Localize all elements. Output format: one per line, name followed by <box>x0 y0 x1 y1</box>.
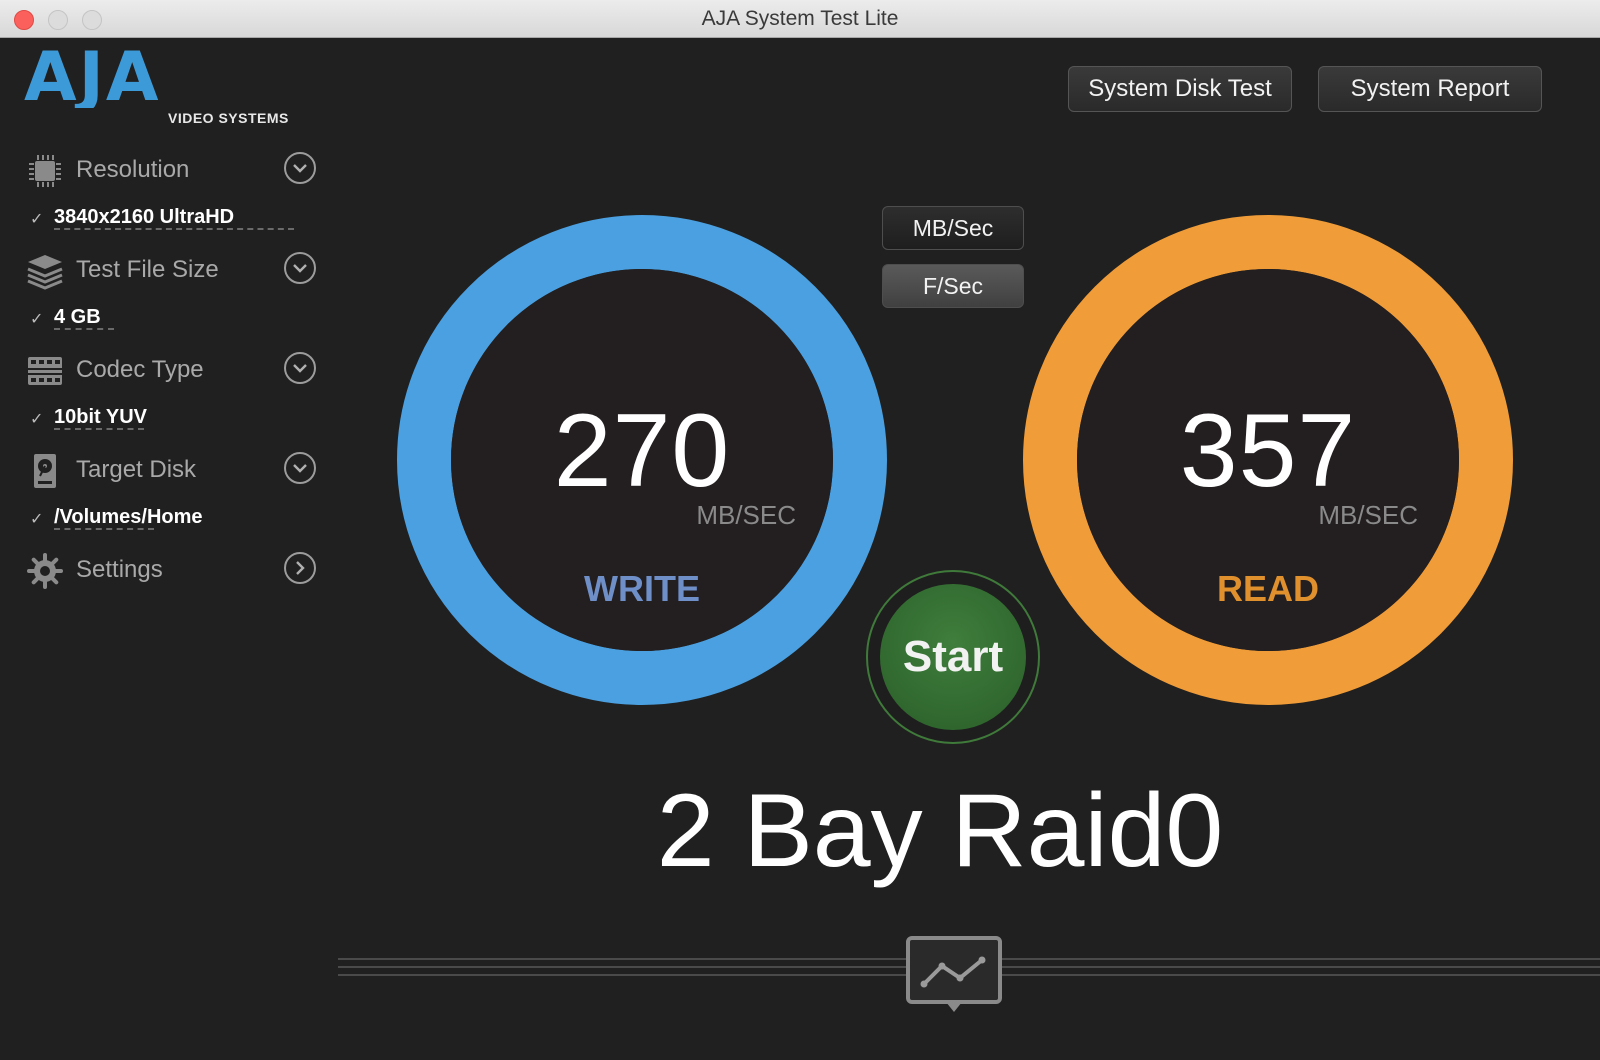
aja-logo-text: AJA <box>24 48 161 108</box>
write-gauge: 270 MB/SEC WRITE <box>396 214 888 706</box>
scroll-hint <box>54 228 294 234</box>
codec-chevron-down-icon[interactable] <box>284 352 316 384</box>
start-button-label: Start <box>880 584 1026 730</box>
target-disk-value-text: /Volumes/Home <box>54 506 203 528</box>
codec-value-text: 10bit YUV <box>54 406 147 428</box>
resolution-chevron-down-icon[interactable] <box>284 152 316 184</box>
check-icon: ✓ <box>30 411 44 428</box>
sidebar-item-codec-type[interactable]: Codec Type <box>24 348 316 392</box>
film-strip-icon <box>28 357 62 385</box>
disk-name: 2 Bay Raid0 <box>656 773 1224 889</box>
graph-toggle-button[interactable] <box>906 936 1002 1014</box>
scroll-hint <box>54 428 144 434</box>
sidebar-item-test-file-size[interactable]: Test File Size <box>24 248 316 292</box>
sidebar-label-test-file-size: Test File Size <box>76 256 219 283</box>
write-label: WRITE <box>584 568 700 609</box>
system-report-button[interactable]: System Report <box>1318 66 1542 112</box>
mb-per-sec-button[interactable]: MB/Sec <box>882 206 1024 250</box>
file-size-value-text: 4 GB <box>54 306 101 328</box>
sidebar-label-target-disk: Target Disk <box>76 456 197 483</box>
read-gauge: 357 MB/SEC READ <box>1022 214 1514 706</box>
file-size-chevron-down-icon[interactable] <box>284 252 316 284</box>
sidebar-item-resolution[interactable]: Resolution <box>24 148 316 192</box>
resolution-value-text: 3840x2160 UltraHD <box>54 206 235 228</box>
start-button[interactable]: Start <box>866 570 1040 744</box>
title-bar: AJA System Test Lite <box>0 0 1600 38</box>
sidebar-label-settings: Settings <box>76 556 163 583</box>
system-disk-test-button[interactable]: System Disk Test <box>1068 66 1292 112</box>
sidebar-label-resolution: Resolution <box>76 156 190 183</box>
write-speed-unit: MB/SEC <box>696 500 796 530</box>
window-title: AJA System Test Lite <box>701 7 899 30</box>
write-speed-value: 270 <box>553 393 731 509</box>
check-icon: ✓ <box>30 511 44 528</box>
line-chart-icon <box>906 936 1002 1012</box>
scroll-hint <box>54 528 154 534</box>
read-label: READ <box>1216 568 1319 609</box>
sidebar-label-codec-type: Codec Type <box>76 356 204 383</box>
read-speed-unit: MB/SEC <box>1318 500 1418 530</box>
check-icon: ✓ <box>30 311 44 328</box>
frames-per-sec-button[interactable]: F/Sec <box>882 264 1024 308</box>
chip-icon <box>29 155 61 187</box>
read-speed-value: 357 <box>1179 393 1357 509</box>
gear-icon <box>27 553 63 589</box>
logo-subtitle: VIDEO SYSTEMS <box>168 110 289 126</box>
hard-disk-icon <box>34 454 56 488</box>
aja-logo-icon: AJA <box>24 38 161 117</box>
scroll-hint <box>54 328 114 334</box>
layers-icon <box>27 255 63 290</box>
target-disk-chevron-down-icon[interactable] <box>284 452 316 484</box>
check-icon: ✓ <box>30 211 44 228</box>
settings-chevron-right-icon[interactable] <box>284 552 316 584</box>
sidebar-item-target-disk[interactable]: Target Disk <box>24 448 316 492</box>
app-window: AJA System Test Lite AJA VIDEO SYSTEMS S… <box>0 0 1600 1060</box>
sidebar-item-settings[interactable]: Settings <box>24 548 316 592</box>
